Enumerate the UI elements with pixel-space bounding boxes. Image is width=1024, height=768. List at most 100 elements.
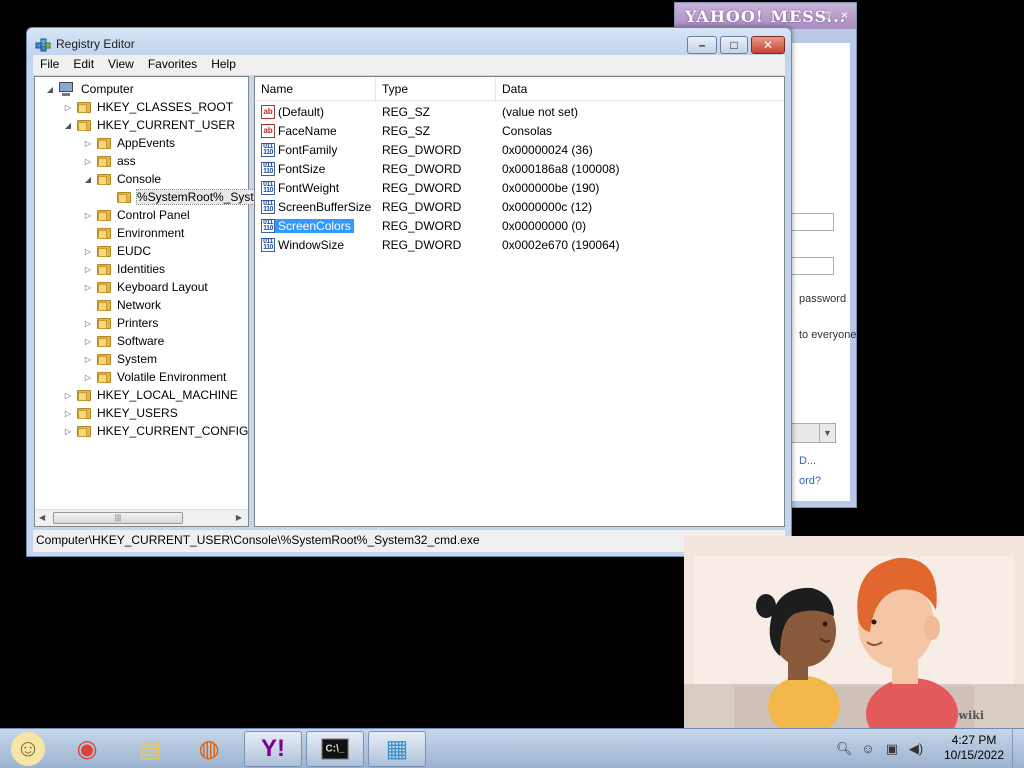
messenger-tray-icon[interactable]: ☺ [860, 741, 876, 757]
expand-arrow-icon[interactable]: ▷ [83, 319, 93, 328]
tree-node[interactable]: Environment [83, 224, 184, 242]
value-row[interactable]: 011 110 WindowSize REG_DWORD 0x0002e670 (190… [255, 236, 784, 255]
tree-node[interactable]: ◢ HKEY_CURRENT_USER [63, 116, 235, 134]
tree-node-label[interactable]: HKEY_LOCAL_MACHINE [97, 388, 238, 402]
values-list-pane[interactable]: Name Type Data ab (Default) REG_SZ (value n… [254, 76, 785, 527]
tree-node-label[interactable]: HKEY_CURRENT_CONFIG [97, 424, 248, 438]
taskbar-button[interactable]: ☺ [4, 731, 52, 767]
tree-node[interactable]: ◢ Console [83, 170, 161, 188]
tree-node-label[interactable]: Environment [117, 226, 184, 240]
tree-node-label[interactable]: Control Panel [117, 208, 190, 222]
expand-arrow-icon[interactable]: ▷ [63, 409, 73, 418]
tree-node[interactable]: ▷ Control Panel [83, 206, 190, 224]
tree-node[interactable]: ▷ HKEY_CURRENT_CONFIG [63, 422, 248, 440]
taskbar-button[interactable]: ▤ [121, 731, 179, 767]
tree-node[interactable]: ▷ AppEvents [83, 134, 175, 152]
yahoo-link-1[interactable]: D... [799, 455, 816, 467]
taskbar-button[interactable]: ◍ [180, 731, 238, 767]
show-desktop-button[interactable] [1012, 729, 1024, 768]
minimize-button[interactable]: – [687, 36, 717, 54]
tree-node[interactable]: ▷ System [83, 350, 157, 368]
maximize-button[interactable]: □ [720, 36, 748, 54]
column-header-data[interactable]: Data [496, 77, 784, 101]
taskbar-button[interactable]: ◉ [58, 731, 116, 767]
tree-node-label[interactable]: Identities [117, 262, 165, 276]
value-row[interactable]: 011 110 ScreenBufferSize REG_DWORD 0x0000000… [255, 198, 784, 217]
tree-node[interactable]: ▷ HKEY_USERS [63, 404, 178, 422]
expand-arrow-icon[interactable]: ▷ [83, 247, 93, 256]
tree-node-label[interactable]: ass [117, 154, 136, 168]
tree-node-label[interactable]: AppEvents [117, 136, 175, 150]
tree-node-label[interactable]: Printers [117, 316, 158, 330]
expand-arrow-icon[interactable]: ▷ [83, 283, 93, 292]
tree-node[interactable]: Network [83, 296, 161, 314]
tree-node-label[interactable]: HKEY_CURRENT_USER [97, 118, 235, 132]
value-row[interactable]: ab FaceName REG_SZ Consolas [255, 122, 784, 141]
expand-arrow-icon[interactable]: ▷ [83, 337, 93, 346]
menu-edit[interactable]: Edit [66, 55, 101, 75]
expand-arrow-icon[interactable]: ▷ [83, 211, 93, 220]
tree-node-label[interactable]: Computer [81, 82, 134, 96]
menu-favorites[interactable]: Favorites [141, 55, 204, 75]
expand-arrow-icon[interactable]: ▷ [63, 103, 73, 112]
tree-node[interactable]: ▷ Software [83, 332, 164, 350]
tree-node[interactable]: ▷ Printers [83, 314, 158, 332]
expand-arrow-icon[interactable]: ▷ [83, 265, 93, 274]
key-tree-pane[interactable]: ◢ Computer ▷ HKEY_CLASSES_ROOT ◢ HKEY_CURRENT… [34, 76, 337, 527]
menu-help[interactable]: Help [204, 55, 243, 75]
tree-node-label[interactable]: Console [117, 172, 161, 186]
value-row[interactable]: 011 110 FontWeight REG_DWORD 0x000000be (190… [255, 179, 784, 198]
tree-node-label[interactable]: Volatile Environment [117, 370, 226, 384]
value-row[interactable]: 011 110 FontSize REG_DWORD 0x000186a8 (10000… [255, 160, 784, 179]
tree-node[interactable]: ▷ HKEY_LOCAL_MACHINE [63, 386, 238, 404]
tree-node[interactable]: ▷ ass [83, 152, 136, 170]
search-tray-icon[interactable]: 🔍︎ [836, 741, 853, 757]
tree-node-label[interactable]: HKEY_USERS [97, 406, 178, 420]
collapse-arrow-icon[interactable]: ◢ [45, 85, 55, 94]
expand-arrow-icon[interactable]: ▷ [83, 139, 93, 148]
maximize-icon: □ [730, 38, 738, 52]
tree-node[interactable]: ▷ HKEY_CLASSES_ROOT [63, 98, 233, 116]
taskbar-button[interactable]: Y! [244, 731, 302, 767]
scroll-left-icon[interactable]: ◀ [39, 513, 45, 522]
column-header-name[interactable]: Name [255, 77, 376, 101]
tree-node-label[interactable]: Keyboard Layout [117, 280, 208, 294]
tree-node-label[interactable]: Network [117, 298, 161, 312]
network-tray-icon[interactable]: ▣ [884, 741, 900, 757]
expand-arrow-icon[interactable]: ▷ [83, 157, 93, 166]
tree-node[interactable]: ▷ Volatile Environment [83, 368, 226, 386]
taskbar-button[interactable]: ▦ [368, 731, 426, 767]
yahoo-window-controls[interactable]: – □ × [804, 8, 852, 22]
menu-view[interactable]: View [101, 55, 141, 75]
tree-node[interactable]: ▷ EUDC [83, 242, 151, 260]
taskbar-button[interactable]: C:\_ [306, 731, 364, 767]
expand-arrow-icon[interactable]: ▷ [63, 427, 73, 436]
scrollbar-thumb[interactable]: ||| [53, 512, 183, 524]
tree-node-label[interactable]: Software [117, 334, 164, 348]
tree-node[interactable]: ▷ Keyboard Layout [83, 278, 208, 296]
expand-arrow-icon[interactable]: ▷ [63, 391, 73, 400]
close-button[interactable]: ✕ [751, 36, 785, 54]
tree-node[interactable]: ◢ Computer [45, 80, 134, 98]
value-row[interactable]: ab (Default) REG_SZ (value not set) [255, 103, 784, 122]
value-type: REG_DWORD [382, 200, 462, 214]
column-header-type[interactable]: Type [376, 77, 496, 101]
tree-horizontal-scrollbar[interactable]: ◀ ||| ▶ [35, 509, 248, 526]
collapse-arrow-icon[interactable]: ◢ [63, 121, 73, 130]
expand-arrow-icon[interactable]: ▷ [83, 355, 93, 364]
volume-tray-icon[interactable]: ◀) [908, 741, 924, 757]
value-row[interactable]: 011 110 ScreenColors REG_DWORD 0x00000000 (0… [255, 217, 784, 236]
scroll-right-icon[interactable]: ▶ [236, 513, 242, 522]
yahoo-link-2[interactable]: ord? [799, 475, 821, 487]
tree-node-label[interactable]: System [117, 352, 157, 366]
taskbar-clock[interactable]: 4:27 PM 10/15/2022 [936, 733, 1012, 763]
value-row[interactable]: 011 110 FontFamily REG_DWORD 0x00000024 (36) [255, 141, 784, 160]
tree-node-label[interactable]: EUDC [117, 244, 151, 258]
menu-file[interactable]: File [33, 55, 66, 75]
yahoo-titlebar[interactable]: YAHOO! MESS... – □ × [675, 3, 856, 29]
tree-node[interactable]: ▷ Identities [83, 260, 165, 278]
tree-node-label[interactable]: HKEY_CLASSES_ROOT [97, 100, 233, 114]
expand-arrow-icon[interactable]: ▷ [83, 373, 93, 382]
collapse-arrow-icon[interactable]: ◢ [83, 175, 93, 184]
folder-icon [77, 101, 91, 113]
